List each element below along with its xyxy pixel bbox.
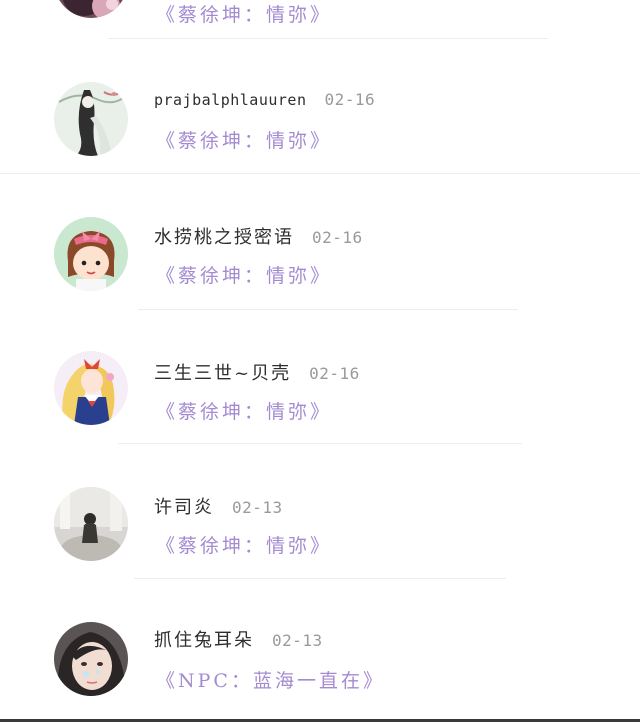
avatar[interactable] [54,487,128,561]
list-item[interactable]: 抓住兔耳朵 02-13 《NPC：蓝海一直在》 [0,580,640,715]
comment-date: 02-16 [312,228,363,247]
comment-feed: 《蔡徐坤：情弥》 prajbalphlauuren 02-16 《蔡徐坤：情弥》 [0,0,640,722]
work-title-link[interactable]: 《蔡徐坤：情弥》 [156,261,332,288]
list-item[interactable]: prajbalphlauuren 02-16 《蔡徐坤：情弥》 [0,40,640,175]
username-link[interactable]: 许司炎 [154,493,214,519]
work-title-link[interactable]: 《NPC：蓝海一直在》 [156,666,385,693]
comment-date: 02-16 [324,90,376,109]
work-title-link[interactable]: 《蔡徐坤：情弥》 [156,126,332,153]
avatar[interactable] [54,0,128,18]
work-title-link[interactable]: 《蔡徐坤：情弥》 [156,531,332,558]
comment-meta: prajbalphlauuren 02-16 [154,90,375,114]
comment-meta: 许司炎 02-13 [154,493,283,519]
list-item[interactable]: 《蔡徐坤：情弥》 [0,0,640,39]
comment-meta: 三生三世~贝壳 02-16 [154,359,360,385]
divider [0,173,640,174]
comment-meta: 抓住兔耳朵 02-13 [154,626,323,652]
comment-meta: 水捞桃之授密语 02-16 [154,223,363,249]
divider [134,578,506,579]
username-link[interactable]: 抓住兔耳朵 [154,626,254,652]
avatar[interactable] [54,622,128,696]
list-item[interactable]: 许司炎 02-13 《蔡徐坤：情弥》 [0,445,640,580]
divider [108,38,548,39]
divider [118,443,522,444]
username-link[interactable]: 三生三世~贝壳 [154,359,291,385]
avatar[interactable] [54,82,128,156]
avatar[interactable] [54,217,128,291]
list-item[interactable]: 三生三世~贝壳 02-16 《蔡徐坤：情弥》 [0,311,640,446]
username-link[interactable]: prajbalphlauuren [154,91,307,109]
comment-date: 02-13 [272,631,323,650]
work-title-link[interactable]: 《蔡徐坤：情弥》 [156,0,332,27]
list-item[interactable]: 水捞桃之授密语 02-16 《蔡徐坤：情弥》 [0,175,640,310]
username-link[interactable]: 水捞桃之授密语 [154,223,294,249]
work-title-link[interactable]: 《蔡徐坤：情弥》 [156,397,332,424]
comment-date: 02-13 [232,498,283,517]
divider [138,309,518,310]
avatar[interactable] [54,351,128,425]
comment-date: 02-16 [309,364,360,383]
